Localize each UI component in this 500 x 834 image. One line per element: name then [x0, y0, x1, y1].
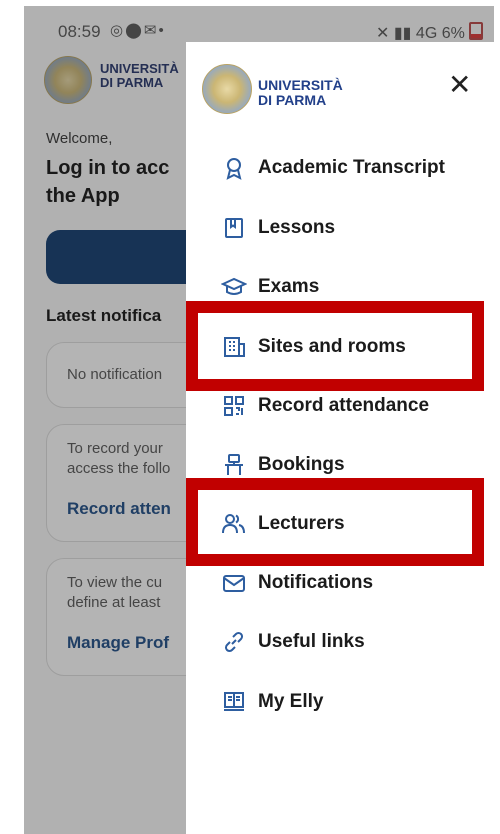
- menu-item-record-attendance[interactable]: Record attendance: [220, 386, 429, 426]
- menu-item-useful-links[interactable]: Useful links: [220, 622, 365, 662]
- menu-item-notifications[interactable]: Notifications: [220, 563, 373, 603]
- menu-item-label: Notifications: [258, 572, 374, 593]
- link-icon: [220, 628, 248, 656]
- highlight-box-lecturers: [186, 478, 484, 566]
- menu-item-label: Exams: [258, 276, 320, 297]
- mail-icon: [220, 569, 248, 597]
- close-icon[interactable]: ✕: [448, 68, 471, 101]
- highlight-box-sites-and-rooms: [186, 301, 484, 391]
- drawer-university-logo: UNIVERSITÀ DI PARMA: [202, 64, 343, 114]
- ribbon-icon: [220, 154, 248, 182]
- drawer-university-name: UNIVERSITÀ DI PARMA: [258, 77, 343, 108]
- qr-code-icon: [220, 392, 248, 420]
- menu-item-label: Useful links: [258, 631, 365, 652]
- menu-item-label: Record attendance: [258, 395, 430, 416]
- graduation-cap-icon: [220, 273, 248, 301]
- menu-item-lessons[interactable]: Lessons: [220, 208, 335, 248]
- phone-screen: 08:59 ◎⬤✉• ✕ ▮▮ 4G 6% UNIVERSITÀ DI PARM…: [24, 6, 494, 834]
- menu-item-label: Bookings: [258, 454, 345, 475]
- university-seal-icon: [202, 64, 252, 114]
- desk-icon: [220, 451, 248, 479]
- book-icon: [220, 214, 248, 242]
- menu-item-label: Academic Transcript: [258, 157, 445, 178]
- menu-item-label: My Elly: [258, 691, 324, 712]
- menu-item-my-elly[interactable]: My Elly: [220, 682, 323, 722]
- menu-item-label: Lessons: [258, 217, 336, 238]
- navigation-drawer: UNIVERSITÀ DI PARMA ✕ Academic Transcrip…: [186, 42, 494, 834]
- menu-item-academic-transcript[interactable]: Academic Transcript: [220, 148, 445, 188]
- computer-book-icon: [220, 688, 248, 716]
